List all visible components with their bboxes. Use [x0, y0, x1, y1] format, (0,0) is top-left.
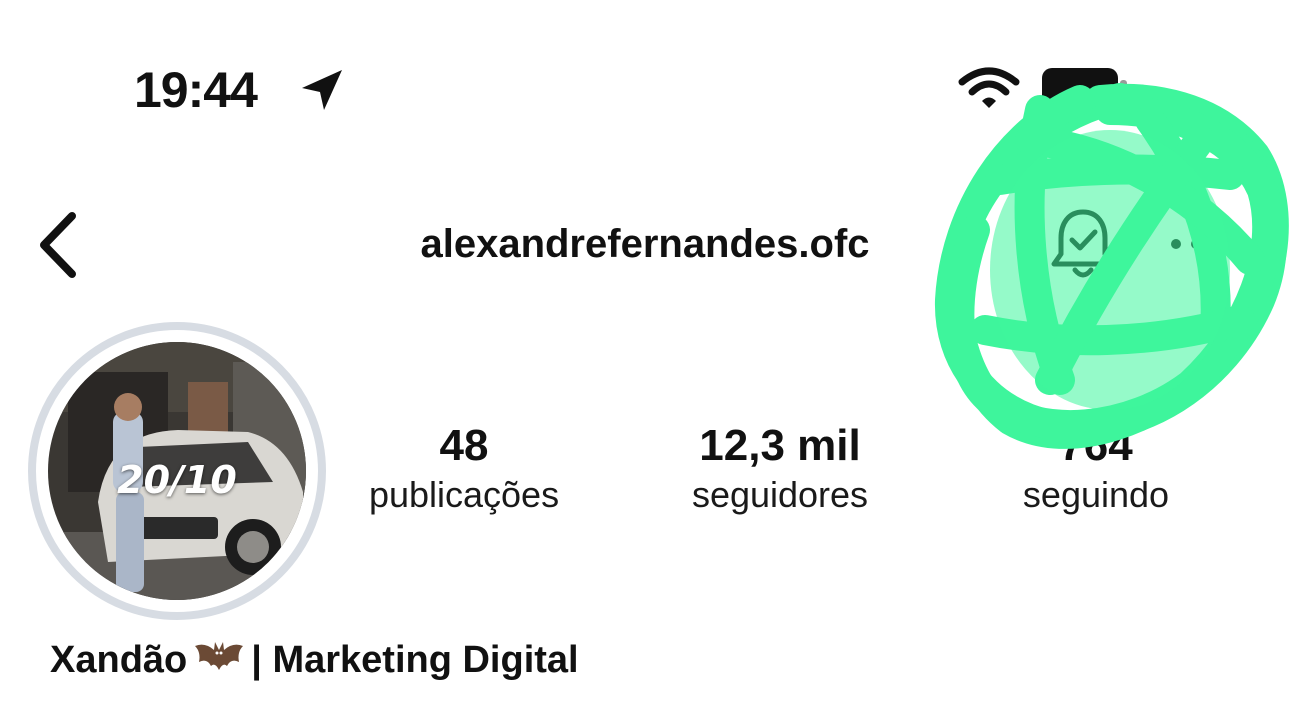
wifi-icon [958, 67, 1020, 108]
posts-count: 48 [439, 421, 489, 470]
display-name-text: Xandão [50, 639, 188, 681]
posts-label: publicações [368, 474, 560, 515]
chevron-left-icon [40, 212, 76, 278]
more-options-button[interactable] [1162, 226, 1222, 262]
instagram-profile-screen: 19:44 alexandrefernandes.ofc 20/10 48 pu… [0, 0, 1290, 708]
battery-icon [1042, 68, 1127, 108]
display-name-suffix: | Marketing Digital [251, 639, 579, 681]
followers-count: 12,3 mil [699, 421, 861, 470]
status-time: 19:44 [134, 62, 258, 118]
avatar-caption: 20/10 [117, 458, 237, 502]
more-horizontal-icon [1171, 239, 1221, 249]
followers-stat[interactable]: 12,3 mil seguidores [660, 420, 900, 518]
bat-icon [195, 642, 244, 670]
notifications-bell-button[interactable] [1046, 204, 1120, 284]
posts-stat[interactable]: 48 publicações [344, 420, 584, 518]
following-stat[interactable]: 764 seguindo [980, 420, 1212, 518]
profile-username: alexandrefernandes.ofc [420, 222, 870, 266]
location-arrow-icon [302, 70, 342, 110]
profile-display-name: Xandão | Marketing Digital [50, 636, 579, 684]
back-button[interactable] [30, 208, 90, 282]
following-count: 764 [1059, 421, 1133, 470]
following-label: seguindo [1022, 474, 1170, 515]
profile-avatar[interactable]: 20/10 [48, 342, 306, 600]
bell-check-icon [1051, 209, 1115, 278]
followers-label: seguidores [691, 474, 869, 515]
